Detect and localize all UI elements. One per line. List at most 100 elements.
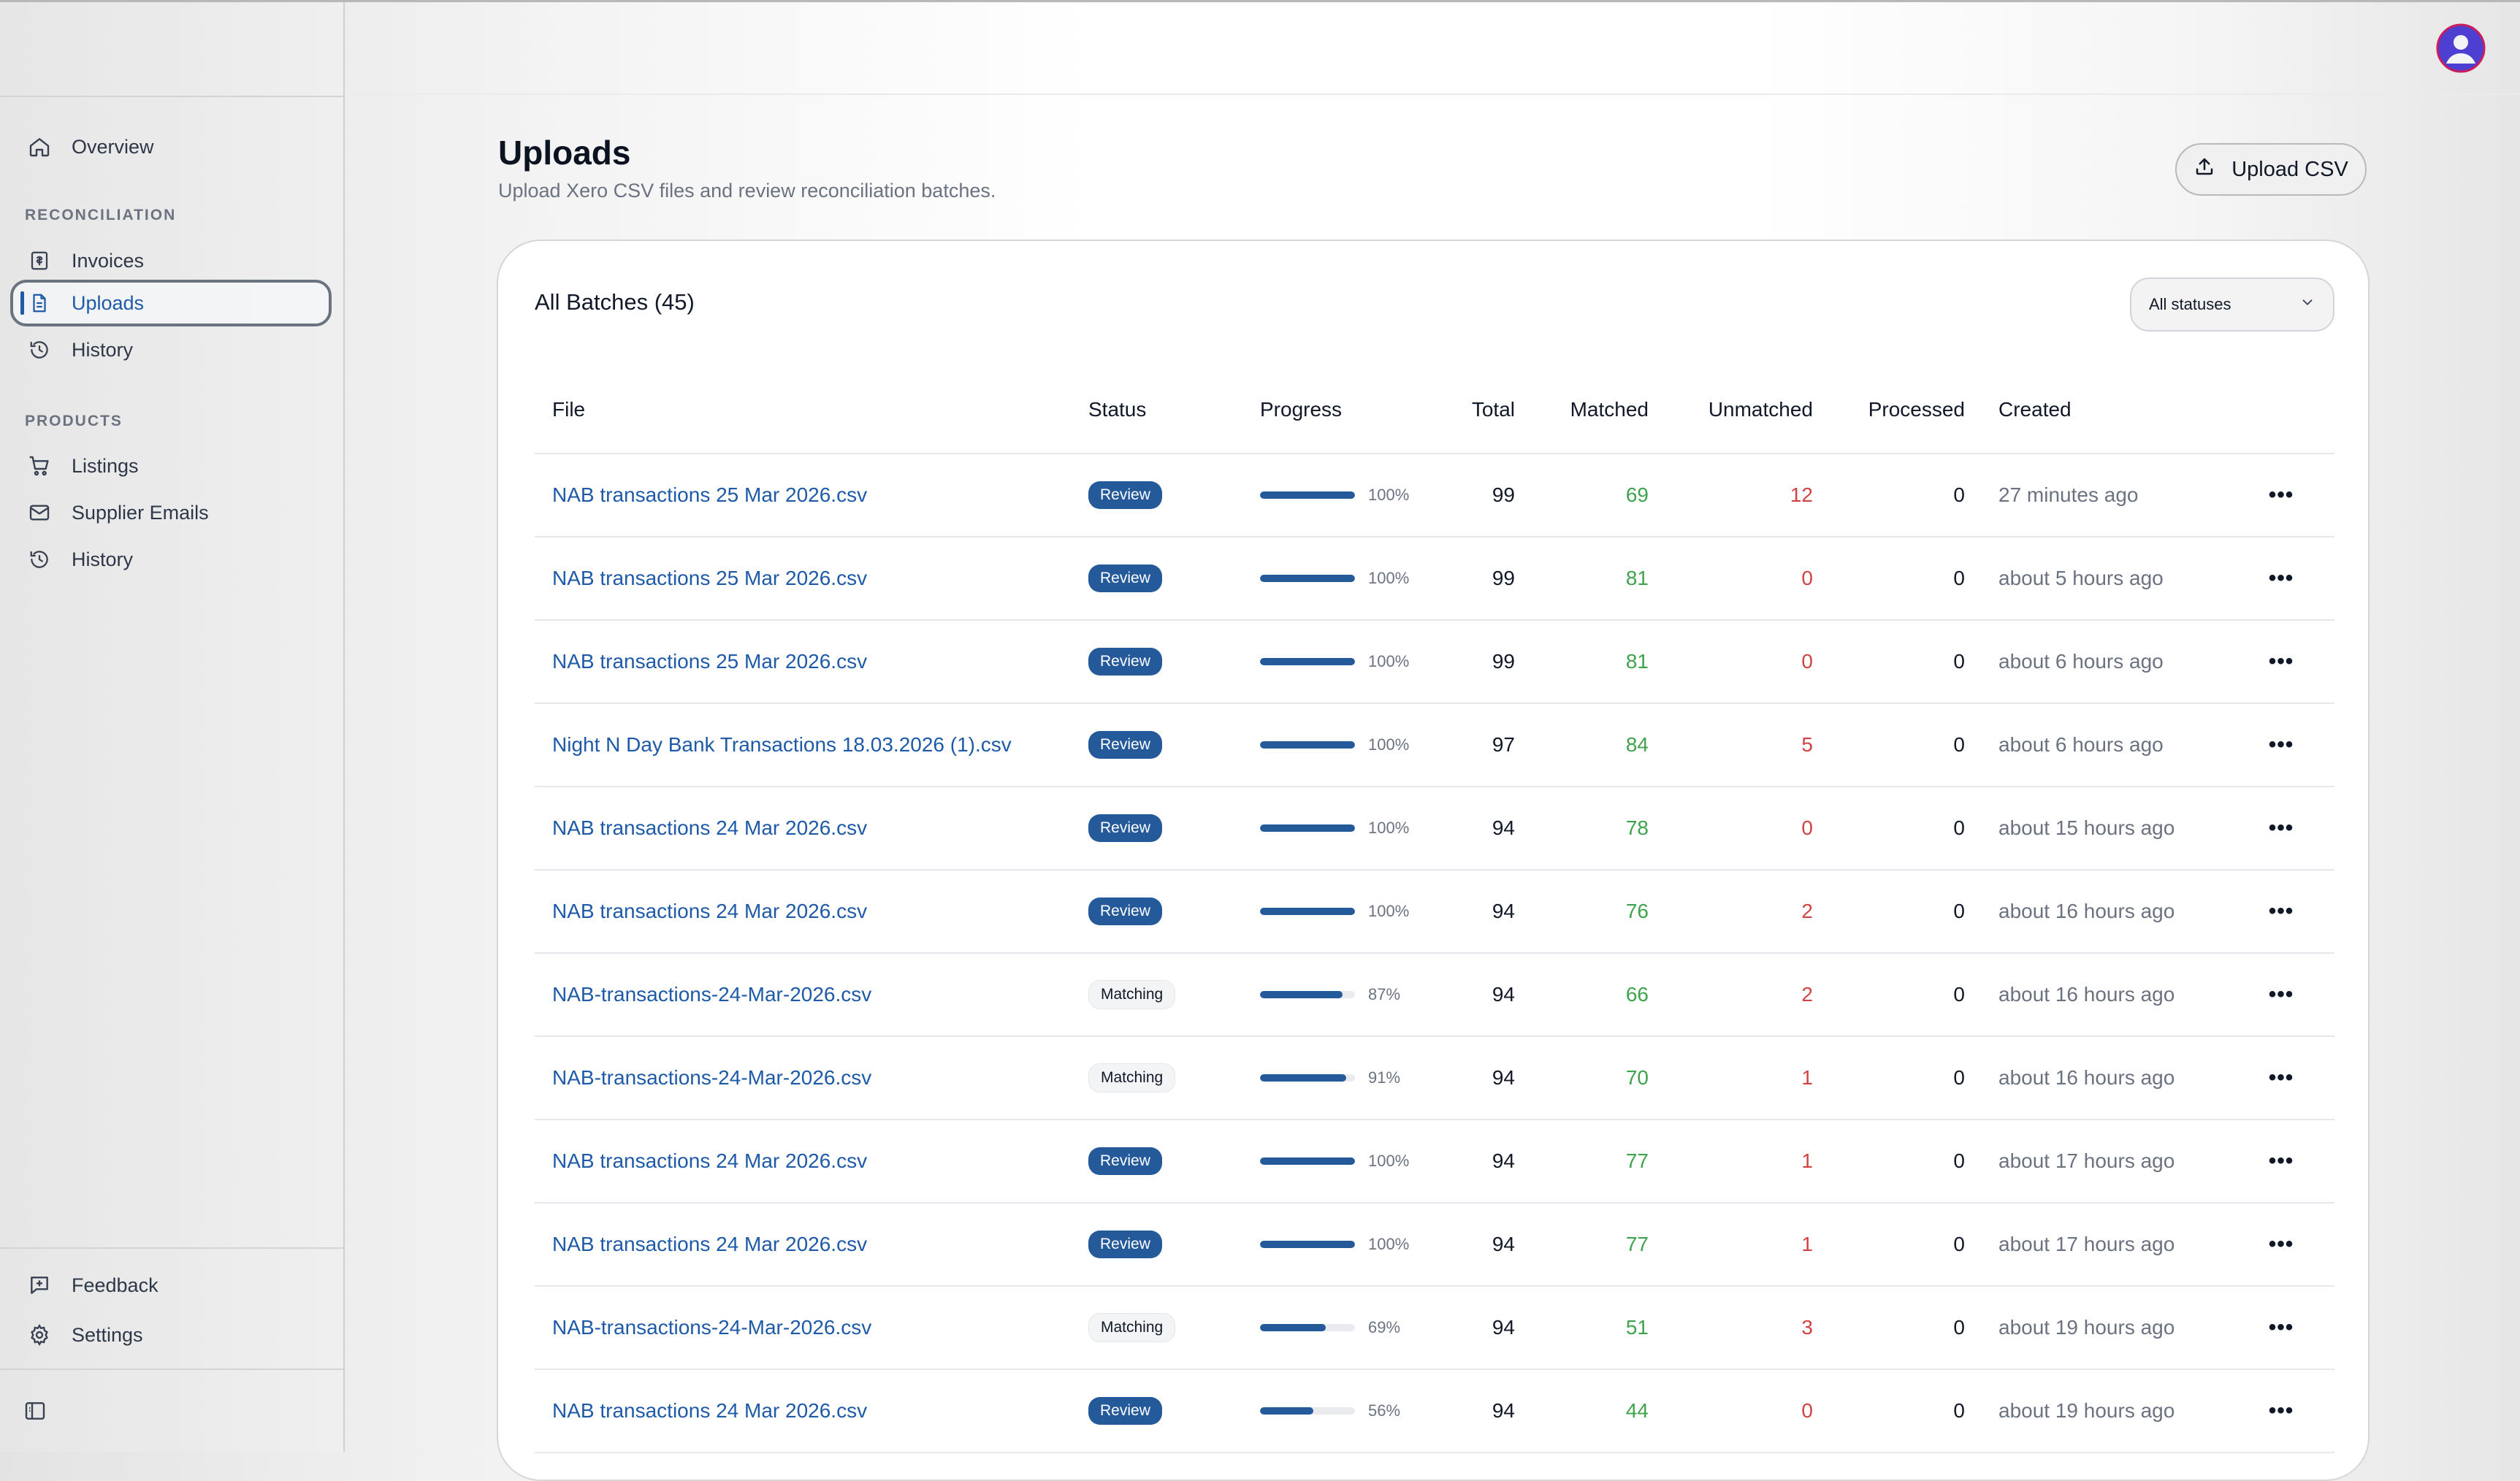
sidebar-item-feedback[interactable]: Feedback — [10, 1262, 332, 1309]
unmatched-cell: 0 — [1649, 1369, 1813, 1453]
progress-percent: 100% — [1368, 1152, 1410, 1170]
sidebar-toggle-icon[interactable] — [23, 1399, 51, 1427]
progress-cell: 100% — [1260, 787, 1443, 870]
progress-bar — [1260, 1407, 1355, 1415]
file-link[interactable]: NAB transactions 25 Mar 2026.csv — [552, 567, 867, 589]
sidebar-item-overview[interactable]: Overview — [10, 123, 332, 170]
status-cell: Matching — [1088, 1286, 1260, 1370]
table-row[interactable]: NAB-transactions-24-Mar-2026.csv Matching… — [535, 953, 2334, 1037]
column-header-processed[interactable]: Processed — [1813, 367, 1965, 454]
unmatched-cell: 1 — [1649, 1203, 1813, 1287]
column-header-matched[interactable]: Matched — [1515, 367, 1649, 454]
more-actions-icon[interactable]: ••• — [2228, 703, 2334, 787]
more-actions-icon[interactable]: ••• — [2228, 537, 2334, 621]
processed-cell: 0 — [1813, 870, 1965, 954]
created-cell: about 17 hours ago — [1965, 1120, 2228, 1203]
sidebar-item-label: Overview — [72, 135, 154, 158]
progress-fill — [1260, 824, 1355, 832]
processed-cell: 0 — [1813, 537, 1965, 621]
more-actions-icon[interactable]: ••• — [2228, 1286, 2334, 1370]
table-row[interactable]: NAB-transactions-24-Mar-2026.csv Matching… — [535, 1286, 2334, 1370]
table-row[interactable]: NAB transactions 24 Mar 2026.csv Review 10… — [535, 787, 2334, 870]
sidebar-item-label: History — [72, 548, 134, 570]
processed-cell: 0 — [1813, 1203, 1965, 1287]
status-filter-select[interactable]: All statuses — [2130, 278, 2334, 332]
processed-cell: 0 — [1813, 1036, 1965, 1120]
file-cell: NAB transactions 24 Mar 2026.csv — [535, 1369, 1088, 1453]
file-link[interactable]: NAB transactions 24 Mar 2026.csv — [552, 900, 867, 922]
status-cell: Review — [1088, 703, 1260, 787]
table-row[interactable]: NAB transactions 24 Mar 2026.csv Review 10… — [535, 870, 2334, 954]
batches-card: All Batches (45) All statuses File Statu… — [497, 240, 2370, 1481]
progress-cell: 100% — [1260, 870, 1443, 954]
more-actions-icon[interactable]: ••• — [2228, 1120, 2334, 1203]
sidebar-item-settings[interactable]: Settings — [10, 1312, 332, 1358]
sidebar-item-uploads[interactable]: Uploads — [10, 280, 332, 326]
file-link[interactable]: Night N Day Bank Transactions 18.03.2026… — [552, 733, 1012, 756]
sidebar-item-products-history[interactable]: History — [10, 536, 332, 583]
header-divider — [345, 93, 2520, 95]
file-link[interactable]: NAB transactions 25 Mar 2026.csv — [552, 483, 867, 506]
file-cell: NAB transactions 25 Mar 2026.csv — [535, 454, 1088, 537]
file-cell: NAB transactions 24 Mar 2026.csv — [535, 1120, 1088, 1203]
cart-icon — [25, 451, 54, 481]
table-row[interactable]: NAB transactions 25 Mar 2026.csv Review 10… — [535, 620, 2334, 704]
progress-fill — [1260, 1324, 1326, 1331]
table-row[interactable]: NAB transactions 24 Mar 2026.csv Review 10… — [535, 1120, 2334, 1203]
progress-cell: 91% — [1260, 1036, 1443, 1120]
file-link[interactable]: NAB-transactions-24-Mar-2026.csv — [552, 1316, 871, 1339]
status-badge: Matching — [1088, 980, 1176, 1009]
file-link[interactable]: NAB transactions 24 Mar 2026.csv — [552, 1149, 867, 1172]
progress-cell: 100% — [1260, 454, 1443, 537]
more-actions-icon[interactable]: ••• — [2228, 1036, 2334, 1120]
file-cell: NAB transactions 25 Mar 2026.csv — [535, 620, 1088, 704]
more-actions-icon[interactable]: ••• — [2228, 1203, 2334, 1287]
file-link[interactable]: NAB transactions 24 Mar 2026.csv — [552, 816, 867, 839]
unmatched-cell: 12 — [1649, 454, 1813, 537]
column-header-created[interactable]: Created — [1965, 367, 2228, 454]
section-label-reconciliation: RECONCILIATION — [25, 207, 177, 223]
sidebar-item-listings[interactable]: Listings — [10, 443, 332, 489]
upload-csv-button[interactable]: Upload CSV — [2175, 143, 2367, 196]
more-actions-icon[interactable]: ••• — [2228, 787, 2334, 870]
file-link[interactable]: NAB transactions 24 Mar 2026.csv — [552, 1233, 867, 1255]
user-avatar-icon[interactable] — [2436, 23, 2486, 73]
table-row[interactable]: NAB transactions 24 Mar 2026.csv Review 10… — [535, 1203, 2334, 1287]
created-cell: about 19 hours ago — [1965, 1286, 2228, 1370]
more-actions-icon[interactable]: ••• — [2228, 620, 2334, 704]
sidebar-item-invoices[interactable]: Invoices — [10, 237, 332, 284]
file-link[interactable]: NAB-transactions-24-Mar-2026.csv — [552, 983, 871, 1006]
progress-percent: 87% — [1368, 985, 1401, 1003]
progress-cell: 56% — [1260, 1369, 1443, 1453]
more-actions-icon[interactable]: ••• — [2228, 1369, 2334, 1453]
table-row[interactable]: NAB transactions 25 Mar 2026.csv Review 10… — [535, 537, 2334, 621]
matched-cell: 78 — [1515, 787, 1649, 870]
more-actions-icon[interactable]: ••• — [2228, 454, 2334, 537]
file-link[interactable]: NAB transactions 24 Mar 2026.csv — [552, 1399, 867, 1422]
column-header-total[interactable]: Total — [1443, 367, 1515, 454]
sidebar-item-supplier-emails[interactable]: Supplier Emails — [10, 489, 332, 536]
column-header-unmatched[interactable]: Unmatched — [1649, 367, 1813, 454]
batches-table: File Status Progress Total Matched Unmat… — [535, 367, 2334, 1453]
status-cell: Review — [1088, 454, 1260, 537]
feedback-icon — [25, 1271, 54, 1300]
file-icon — [25, 288, 54, 318]
file-link[interactable]: NAB transactions 25 Mar 2026.csv — [552, 650, 867, 673]
progress-percent: 100% — [1368, 569, 1410, 587]
column-header-file[interactable]: File — [535, 367, 1088, 454]
page-subtitle: Upload Xero CSV files and review reconci… — [498, 180, 996, 202]
sidebar-item-label: Supplier Emails — [72, 501, 209, 524]
more-actions-icon[interactable]: ••• — [2228, 953, 2334, 1037]
status-badge: Matching — [1088, 1063, 1176, 1092]
matched-cell: 77 — [1515, 1203, 1649, 1287]
column-header-status[interactable]: Status — [1088, 367, 1260, 454]
table-row[interactable]: Night N Day Bank Transactions 18.03.2026… — [535, 703, 2334, 787]
more-actions-icon[interactable]: ••• — [2228, 870, 2334, 954]
table-row[interactable]: NAB transactions 25 Mar 2026.csv Review 10… — [535, 454, 2334, 537]
progress-percent: 69% — [1368, 1318, 1401, 1336]
sidebar-item-history[interactable]: History — [10, 326, 332, 373]
table-row[interactable]: NAB transactions 24 Mar 2026.csv Review 56… — [535, 1369, 2334, 1453]
file-link[interactable]: NAB-transactions-24-Mar-2026.csv — [552, 1066, 871, 1089]
table-row[interactable]: NAB-transactions-24-Mar-2026.csv Matching… — [535, 1036, 2334, 1120]
column-header-progress[interactable]: Progress — [1260, 367, 1443, 454]
